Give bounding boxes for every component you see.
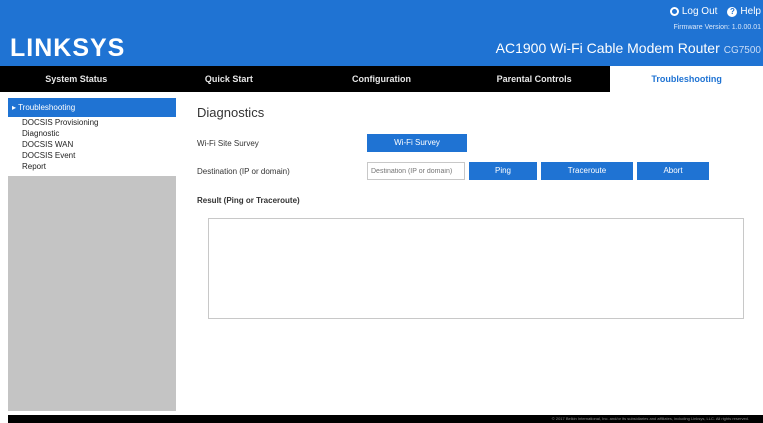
main-content: Diagnostics Wi-Fi Site Survey Wi-Fi Surv… (197, 98, 757, 411)
sidebar-list: ▸ Troubleshooting DOCSIS Provisioning Di… (8, 98, 176, 176)
wifi-survey-label: Wi-Fi Site Survey (197, 138, 259, 148)
tab-quick-start[interactable]: Quick Start (153, 66, 306, 92)
tab-parental-controls[interactable]: Parental Controls (458, 66, 611, 92)
sidebar-item-diagnostic[interactable]: Diagnostic (8, 128, 176, 139)
traceroute-button[interactable]: Traceroute (541, 162, 633, 180)
help-link[interactable]: ? Help (727, 6, 761, 17)
tab-configuration[interactable]: Configuration (305, 66, 458, 92)
logout-label: Log Out (681, 6, 718, 17)
wifi-survey-button[interactable]: Wi-Fi Survey (367, 134, 467, 152)
result-label: Result (Ping or Traceroute) (197, 196, 300, 205)
model-title: AC1900 Wi-Fi Cable Modem Router CG7500 (496, 40, 761, 56)
footer-copyright: © 2017 Belkin International, Inc. and/or… (8, 415, 763, 423)
page-title: Diagnostics (197, 105, 265, 120)
help-label: Help (740, 6, 761, 17)
wifi-survey-row: Wi-Fi Site Survey Wi-Fi Survey (197, 134, 467, 152)
sidebar-section-troubleshooting[interactable]: ▸ Troubleshooting (8, 98, 176, 117)
destination-row: Destination (IP or domain) Ping Tracerou… (197, 162, 709, 180)
result-output[interactable] (208, 218, 744, 319)
header-links: Log Out ? Help (669, 6, 761, 17)
sidebar-item-docsis-wan[interactable]: DOCSIS WAN (8, 139, 176, 150)
sidebar: ▸ Troubleshooting DOCSIS Provisioning Di… (8, 98, 176, 411)
main-nav: System Status Quick Start Configuration … (0, 66, 763, 92)
tab-troubleshooting[interactable]: Troubleshooting (610, 66, 763, 92)
abort-button[interactable]: Abort (637, 162, 709, 180)
destination-input[interactable] (367, 162, 465, 180)
brand-logo: LINKSYS (10, 34, 126, 62)
sidebar-item-report[interactable]: Report (8, 161, 176, 172)
model-name: AC1900 Wi-Fi Cable Modem Router (495, 40, 720, 56)
tab-system-status[interactable]: System Status (0, 66, 153, 92)
ping-button[interactable]: Ping (469, 162, 537, 180)
power-icon (669, 7, 679, 16)
firmware-version: Firmware Version: 1.0.00.01 (673, 24, 761, 31)
sidebar-section-label: Troubleshooting (18, 103, 76, 112)
sidebar-item-docsis-provisioning[interactable]: DOCSIS Provisioning (8, 117, 176, 128)
model-id: CG7500 (723, 45, 761, 56)
help-icon: ? (727, 6, 738, 17)
sidebar-item-docsis-event[interactable]: DOCSIS Event (8, 150, 176, 161)
logout-link[interactable]: Log Out (669, 6, 718, 17)
destination-label: Destination (IP or domain) (197, 166, 290, 176)
header-bar: LINKSYS Log Out ? Help Firmware Version:… (0, 0, 763, 66)
